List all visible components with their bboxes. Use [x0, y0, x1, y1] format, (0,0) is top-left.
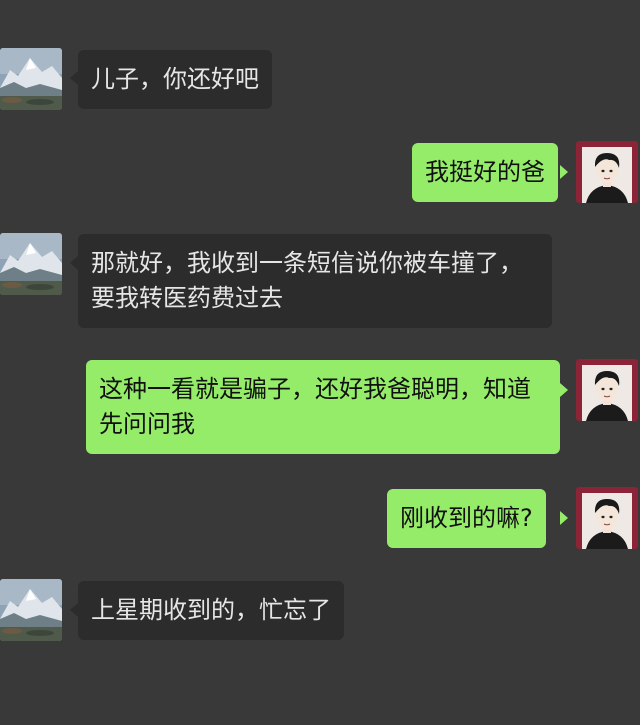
bubble-tail: [560, 165, 568, 179]
message-text-line: 先问问我: [99, 410, 195, 438]
bubble-tail: [70, 71, 78, 85]
bubble-tail: [70, 603, 78, 617]
message-text-line: 要我转医药费过去: [91, 284, 283, 312]
my-avatar[interactable]: [576, 141, 638, 203]
message-bubble-outgoing[interactable]: 我挺好的爸: [412, 143, 558, 202]
message-bubble-incoming[interactable]: 那就好，我收到一条短信说你被车撞了， 要我转医药费过去: [78, 234, 552, 328]
contact-avatar[interactable]: [0, 233, 62, 295]
bubble-tail: [560, 383, 568, 397]
message-text: 我挺好的爸: [425, 158, 545, 186]
boy-avatar-image: [576, 141, 638, 203]
bubble-tail: [560, 511, 568, 525]
message-text: 儿子，你还好吧: [91, 65, 259, 93]
my-avatar[interactable]: [576, 487, 638, 549]
bubble-tail: [70, 256, 78, 270]
message-text-line: 那就好，我收到一条短信说你被车撞了，: [91, 249, 523, 277]
my-avatar[interactable]: [576, 359, 638, 421]
message-text: 上星期收到的，忙忘了: [91, 596, 331, 624]
boy-avatar-image: [576, 487, 638, 549]
message-bubble-incoming[interactable]: 儿子，你还好吧: [78, 50, 272, 109]
mountain-avatar-image: [0, 579, 62, 641]
contact-avatar[interactable]: [0, 48, 62, 110]
message-bubble-outgoing[interactable]: 这种一看就是骗子，还好我爸聪明，知道 先问问我: [86, 360, 560, 454]
message-bubble-incoming[interactable]: 上星期收到的，忙忘了: [78, 581, 344, 640]
mountain-avatar-image: [0, 233, 62, 295]
mountain-avatar-image: [0, 48, 62, 110]
message-text-line: 这种一看就是骗子，还好我爸聪明，知道: [99, 375, 531, 403]
message-bubble-outgoing[interactable]: 刚收到的嘛?: [387, 489, 546, 548]
boy-avatar-image: [576, 359, 638, 421]
message-text: 刚收到的嘛?: [400, 504, 533, 532]
contact-avatar[interactable]: [0, 579, 62, 641]
